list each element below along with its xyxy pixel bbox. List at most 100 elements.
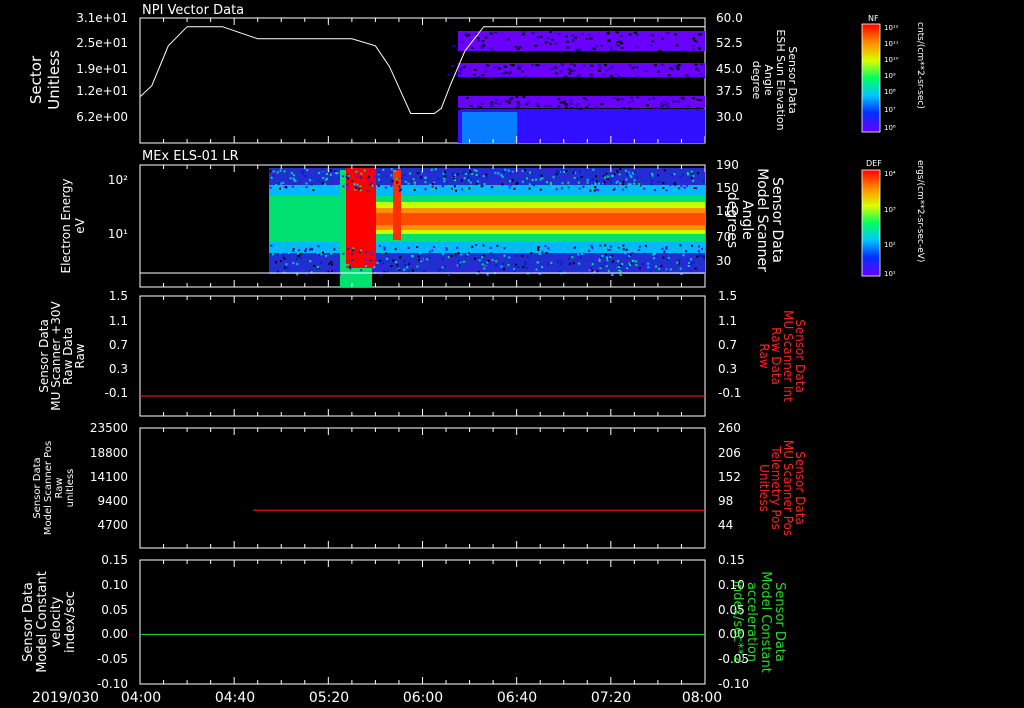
spec-pixel — [636, 176, 639, 179]
spec-pixel — [378, 178, 380, 181]
spec-pixel — [289, 177, 292, 180]
spec-pixel — [682, 251, 685, 254]
spec-pixel — [665, 246, 668, 248]
spec-pixel — [593, 268, 596, 271]
spec-pixel — [333, 269, 336, 272]
spec-pixel — [269, 186, 272, 189]
spec-pixel — [418, 252, 421, 255]
heat-pixel — [505, 76, 509, 79]
spec-pixel — [416, 172, 419, 175]
panel-4-ylabel-line: Raw — [54, 477, 65, 498]
spec-pixel — [292, 177, 295, 180]
spec-pixel — [378, 250, 380, 252]
spec-pixel — [442, 253, 445, 256]
heat-pixel — [686, 105, 690, 107]
heat-pixel — [554, 66, 557, 69]
time-tick-label: 05:20 — [309, 690, 349, 706]
spec-pixel — [631, 252, 633, 254]
panel-1-ylabel: Sector Unitless — [27, 50, 63, 110]
panel-5: 0.15 0.10 0.05 0.00 -0.05 -0.10 0.15 0.1… — [21, 553, 787, 691]
spec-pixel — [377, 184, 380, 187]
spec-pixel — [413, 188, 416, 191]
heat-pixel — [472, 73, 476, 76]
heat-pixel — [644, 70, 648, 72]
heat-pixel — [501, 72, 505, 75]
spec-pixel — [411, 254, 413, 257]
heat-pixel — [526, 101, 530, 104]
spec-pixel — [671, 173, 674, 176]
spec-pixel — [338, 184, 341, 187]
spec-pixel — [282, 181, 285, 184]
spec-pixel — [551, 186, 554, 189]
heat-pixel — [649, 44, 653, 47]
spec-pixel — [270, 176, 273, 179]
heat-pixel — [566, 46, 570, 49]
heat-pixel — [484, 36, 488, 39]
panel-2-rlabel-line: Sensor Data — [769, 177, 785, 263]
spec-pixel — [581, 248, 584, 251]
heat-pixel — [480, 46, 484, 49]
spec-pixel — [476, 180, 479, 183]
spec-pixel — [673, 173, 676, 176]
spec-pixel — [644, 244, 647, 247]
spec-pixel — [590, 267, 593, 270]
panel-2-rlabel-line: degrees — [724, 192, 740, 248]
spec-pixel — [398, 189, 401, 192]
spec-pixel — [621, 183, 624, 186]
heat-pixel — [447, 103, 450, 106]
spec-pixel — [478, 273, 481, 276]
heat-pixel — [510, 97, 513, 100]
panel-1-ytick: 6.2e+00 — [76, 110, 128, 124]
spec-pixel — [595, 175, 598, 178]
spec-pixel — [433, 246, 435, 248]
heat-pixel — [567, 68, 571, 71]
spec-pixel — [454, 174, 457, 177]
spec-pixel — [456, 246, 459, 249]
spec-pixel — [599, 244, 602, 247]
spec-pixel — [424, 181, 427, 184]
heat-pixel — [630, 96, 633, 99]
heat-pixel — [621, 98, 625, 101]
spec-pixel — [373, 175, 376, 178]
heat-pixel — [604, 64, 607, 67]
heat-pixel — [569, 99, 573, 102]
spec-pixel — [300, 267, 303, 270]
spec-pixel — [594, 183, 597, 186]
spec-pixel — [458, 259, 461, 262]
spec-pixel — [626, 259, 629, 262]
spec-pixel — [669, 268, 672, 271]
colorbar-nf-label: 10⁸ — [884, 88, 896, 96]
spec-pixel — [582, 185, 585, 188]
spec-pixel — [619, 270, 622, 273]
spec-pixel — [475, 244, 477, 246]
spec-pixel — [532, 246, 535, 249]
spec-pixel — [460, 253, 463, 256]
spec-pixel — [624, 252, 627, 255]
panel-3-frame — [139, 295, 706, 417]
heat-pixel — [697, 33, 701, 36]
heat-pixel — [473, 68, 477, 71]
heat-pixel — [544, 41, 548, 44]
spec-pixel — [475, 169, 478, 172]
spec-pixel — [604, 244, 607, 247]
spec-pixel — [478, 259, 481, 262]
spec-pixel — [571, 263, 574, 266]
heat-pixel — [564, 75, 568, 78]
spec-pixel — [452, 173, 454, 176]
spec-pixel — [363, 169, 366, 172]
heat-pixel — [666, 31, 670, 34]
spec-pixel — [484, 248, 487, 251]
spec-pixel — [481, 256, 484, 259]
heat-pixel — [516, 47, 520, 50]
heat-pixel — [565, 103, 569, 106]
spec-pixel — [695, 187, 698, 190]
spec-pixel — [625, 178, 628, 181]
spec-pixel — [590, 248, 593, 251]
heat-pixel — [451, 43, 454, 46]
spec-pixel — [304, 179, 307, 182]
panel-4-ylabel: Sensor Data Model Scanner Pos Raw unitle… — [32, 441, 76, 535]
panel-2-rlabel-line: Angle — [739, 200, 755, 240]
panel-1-heat-glow — [462, 112, 517, 143]
spec-pixel — [473, 257, 476, 260]
spec-pixel — [416, 246, 419, 248]
